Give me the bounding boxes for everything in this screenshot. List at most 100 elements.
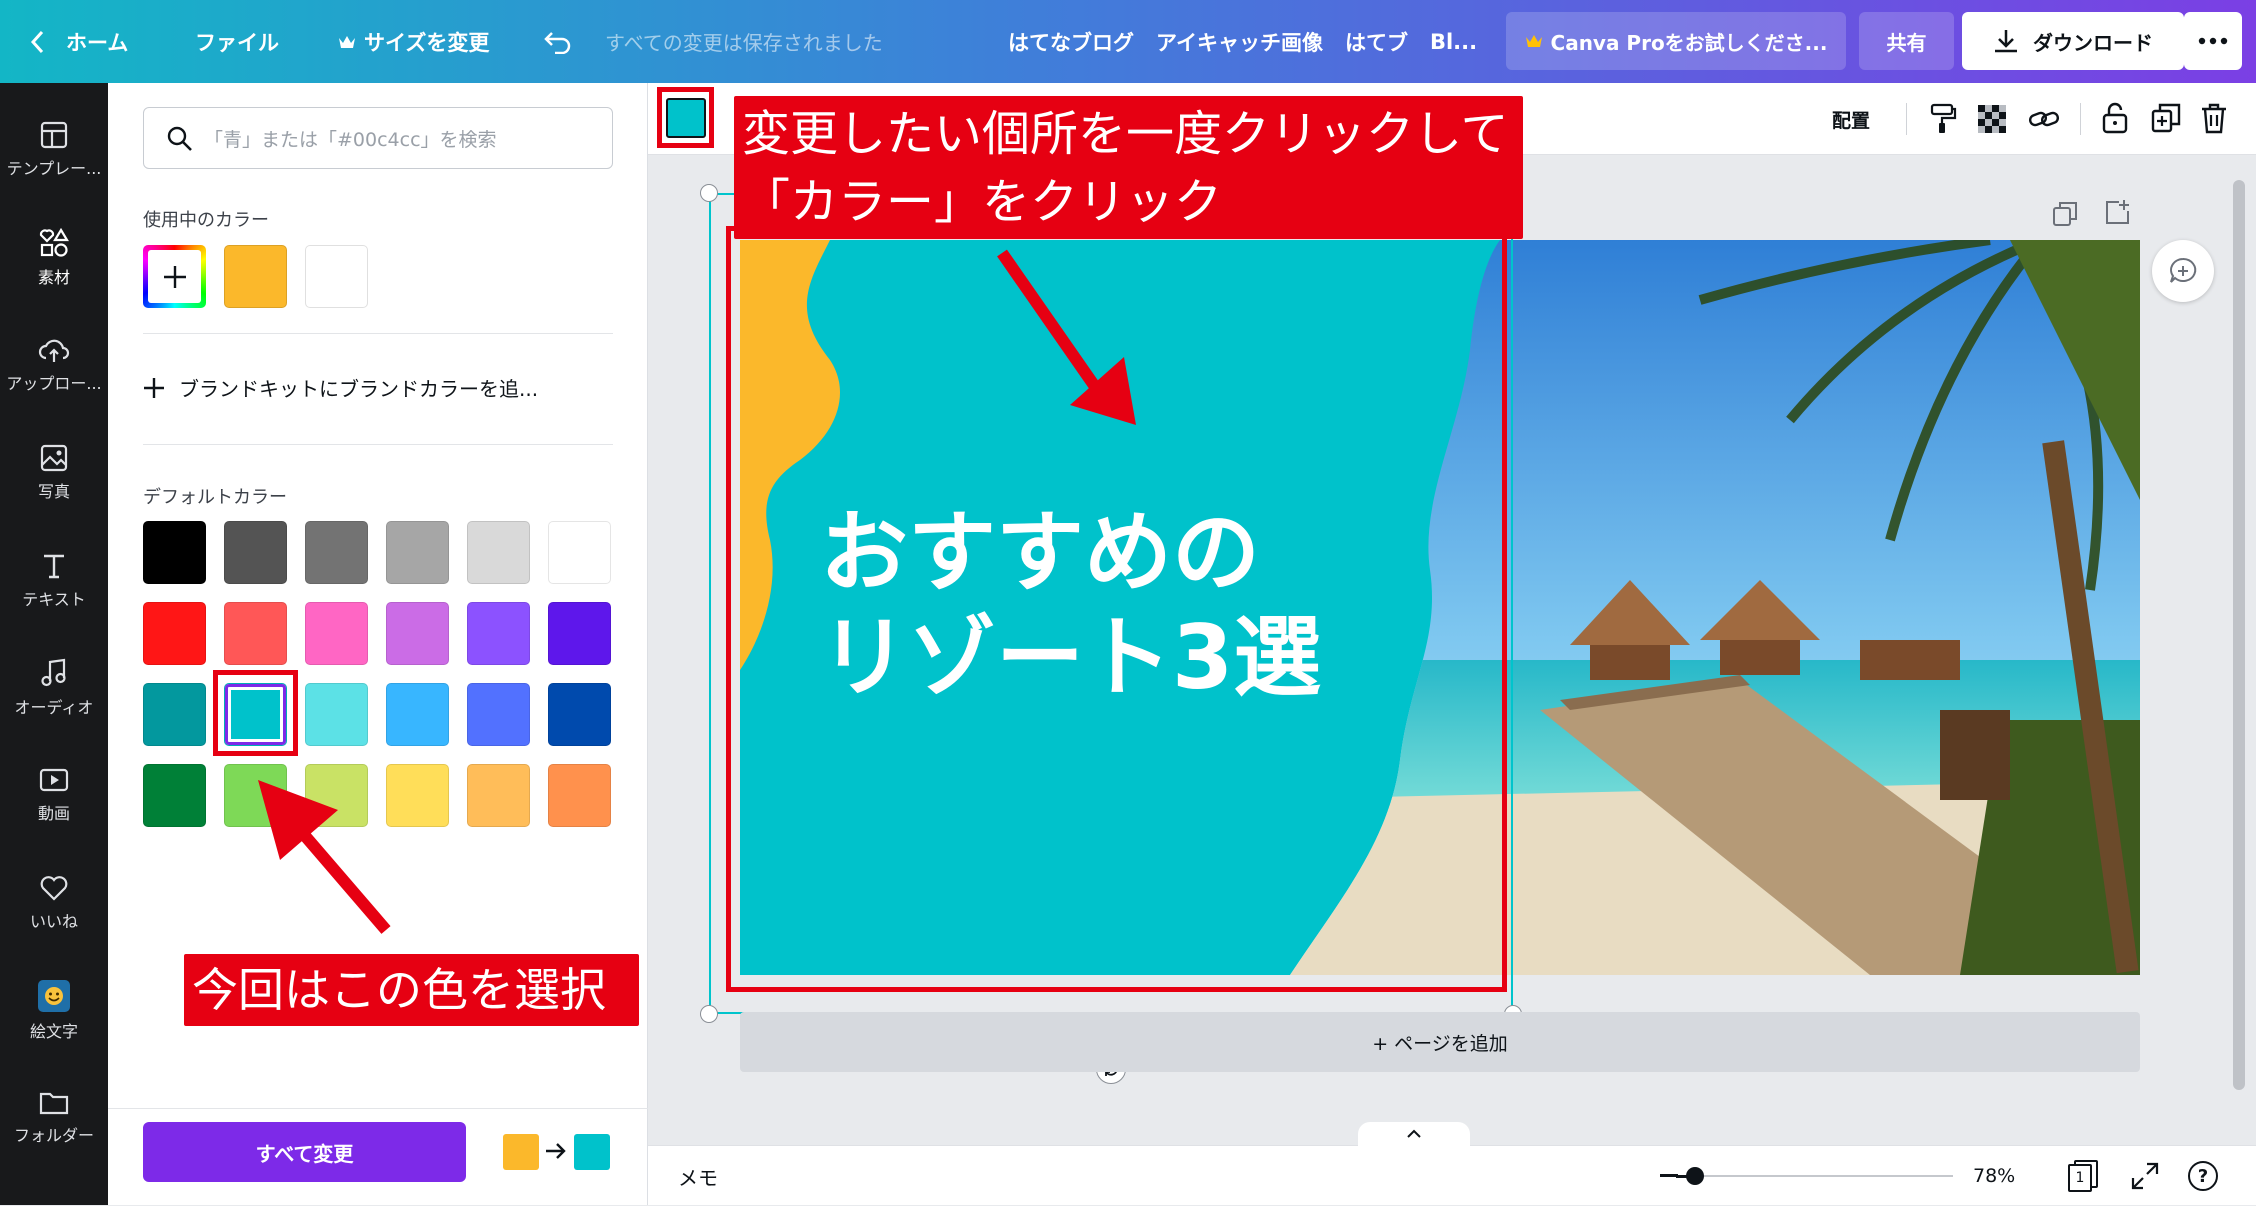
more-icon [2198, 37, 2228, 45]
annotation-top: 変更したい個所を一度クリックして 「カラー」をクリック [734, 96, 1523, 239]
add-page-icon[interactable] [2105, 199, 2131, 225]
rail-label: 写真 [37, 482, 70, 501]
rail-item-emoji[interactable]: 絵文字 [0, 966, 108, 1056]
default-color-swatch[interactable] [224, 521, 287, 584]
annotation-bottom: 今回はこの色を選択 [184, 954, 639, 1026]
default-color-swatch[interactable] [305, 683, 368, 746]
change-all-button[interactable]: すべて変更 [143, 1122, 466, 1182]
default-color-swatch[interactable] [143, 602, 206, 665]
rail-item-audio[interactable]: オーディオ [0, 643, 108, 733]
top-bar: ホーム ファイル サイズを変更 すべての変更は保存されました はてなブログ アイ… [0, 0, 2256, 83]
comment-button[interactable] [2152, 240, 2214, 302]
vertical-scrollbar[interactable] [2233, 180, 2245, 1090]
highlight-color-button [657, 87, 714, 148]
plus-icon [148, 250, 201, 303]
arrow-annotation-bottom [258, 780, 391, 934]
default-color-swatch[interactable] [467, 602, 530, 665]
rail-label: いいね [29, 912, 78, 931]
rail-item-likes[interactable]: いいね [0, 858, 108, 948]
arrow-right-icon [544, 1139, 568, 1163]
rail-item-text[interactable]: テキスト [0, 536, 108, 626]
paint-roller-icon[interactable] [1928, 103, 1958, 135]
rail-item-templates[interactable]: テンプレー... [0, 105, 108, 195]
help-button[interactable]: ? [2188, 1161, 2218, 1191]
share-button[interactable]: 共有 [1859, 12, 1954, 70]
default-color-swatch[interactable] [467, 521, 530, 584]
upload-icon [38, 338, 70, 364]
design-title[interactable]: はてなブログ アイキャッチ画像 はてブ Bl... [1008, 0, 1477, 83]
divider [143, 444, 613, 445]
more-options-button[interactable] [2184, 12, 2242, 70]
rail-label: 動画 [37, 804, 70, 823]
default-color-swatch[interactable] [305, 602, 368, 665]
photo-icon [40, 444, 68, 472]
default-color-swatch[interactable] [224, 602, 287, 665]
pro-trial-label: Canva Proをお試しくださ... [1550, 30, 1828, 55]
download-icon [1993, 28, 2019, 54]
rail-item-photos[interactable]: 写真 [0, 428, 108, 518]
rail-item-folders[interactable]: フォルダー [0, 1073, 108, 1163]
add-color-button[interactable] [143, 245, 206, 308]
resize-handle[interactable] [700, 184, 718, 202]
color-search-input[interactable]: 「青」または「#00c4cc」を検索 [143, 107, 613, 169]
canva-pro-trial-button[interactable]: Canva Proをお試しくださ... [1506, 12, 1846, 70]
side-navigation: テンプレー... 素材 アップロー... 写真 テキスト オーディオ 動画 いい… [0, 83, 108, 1205]
resize-handle[interactable] [700, 1005, 718, 1023]
zoom-slider-handle[interactable] [1686, 1167, 1704, 1185]
rail-item-uploads[interactable]: アップロー... [0, 321, 108, 411]
title-part: アイキャッチ画像 [1156, 30, 1323, 55]
zoom-slider-track[interactable] [1688, 1175, 1953, 1177]
in-use-colors-title: 使用中のカラー [143, 210, 269, 231]
duplicate-icon[interactable] [2151, 103, 2181, 133]
rail-item-video[interactable]: 動画 [0, 751, 108, 841]
transparency-icon[interactable] [1978, 105, 2006, 133]
default-color-swatch[interactable] [548, 683, 611, 746]
rail-label: 素材 [37, 268, 70, 287]
default-color-swatch[interactable] [386, 521, 449, 584]
fullscreen-icon[interactable] [2131, 1162, 2159, 1190]
from-color-swatch [503, 1134, 539, 1170]
in-use-color-swatch[interactable] [224, 245, 287, 308]
default-color-swatch[interactable] [386, 602, 449, 665]
duplicate-page-icon[interactable] [2052, 201, 2078, 227]
add-page-button[interactable]: + ページを追加 [740, 1012, 2140, 1072]
annotation-top-line-1: 変更したい個所を一度クリックして [742, 106, 1509, 162]
notes-button[interactable]: メモ [678, 1146, 718, 1206]
default-color-swatch[interactable] [548, 602, 611, 665]
in-use-color-swatch[interactable] [305, 245, 368, 308]
link-icon[interactable] [2028, 105, 2060, 133]
search-icon [166, 125, 194, 153]
emoji-icon [38, 980, 70, 1012]
default-color-swatch[interactable] [548, 521, 611, 584]
resize-button[interactable]: サイズを変更 [338, 0, 489, 83]
chevron-up-icon[interactable] [1358, 1122, 1470, 1146]
elements-icon [39, 228, 69, 258]
trash-icon[interactable] [2200, 102, 2228, 134]
save-status: すべての変更は保存されました [605, 31, 883, 55]
undo-button[interactable] [543, 0, 573, 83]
editor-footer: メモ 78% 1 ? [648, 1122, 2256, 1206]
add-brand-color-button[interactable]: ブランドキットにブランドカラーを追... [143, 373, 538, 402]
home-button[interactable]: ホーム [30, 0, 128, 83]
crown-icon [338, 35, 356, 49]
position-button[interactable]: 配置 [1832, 83, 1870, 155]
rail-item-elements[interactable]: 素材 [0, 213, 108, 303]
default-color-swatch[interactable] [143, 521, 206, 584]
color-panel: 「青」または「#00c4cc」を検索 使用中のカラー ブランドキットにブランドカ… [108, 83, 648, 1205]
default-color-swatch[interactable] [386, 683, 449, 746]
file-menu[interactable]: ファイル [195, 0, 279, 83]
default-color-swatch[interactable] [305, 521, 368, 584]
home-label: ホーム [66, 30, 129, 55]
default-color-swatch[interactable] [143, 683, 206, 746]
default-color-swatch[interactable] [143, 764, 206, 827]
default-color-swatch[interactable] [548, 764, 611, 827]
rail-label: フォルダー [13, 1126, 94, 1145]
lock-icon[interactable] [2101, 101, 2129, 135]
divider [108, 1108, 648, 1109]
default-color-swatch[interactable] [467, 683, 530, 746]
download-button[interactable]: ダウンロード [1962, 12, 2184, 70]
zoom-level[interactable]: 78% [1973, 1146, 2015, 1206]
page-count-button[interactable]: 1 [2068, 1160, 2098, 1192]
default-color-swatch[interactable] [467, 764, 530, 827]
to-color-swatch [574, 1134, 610, 1170]
